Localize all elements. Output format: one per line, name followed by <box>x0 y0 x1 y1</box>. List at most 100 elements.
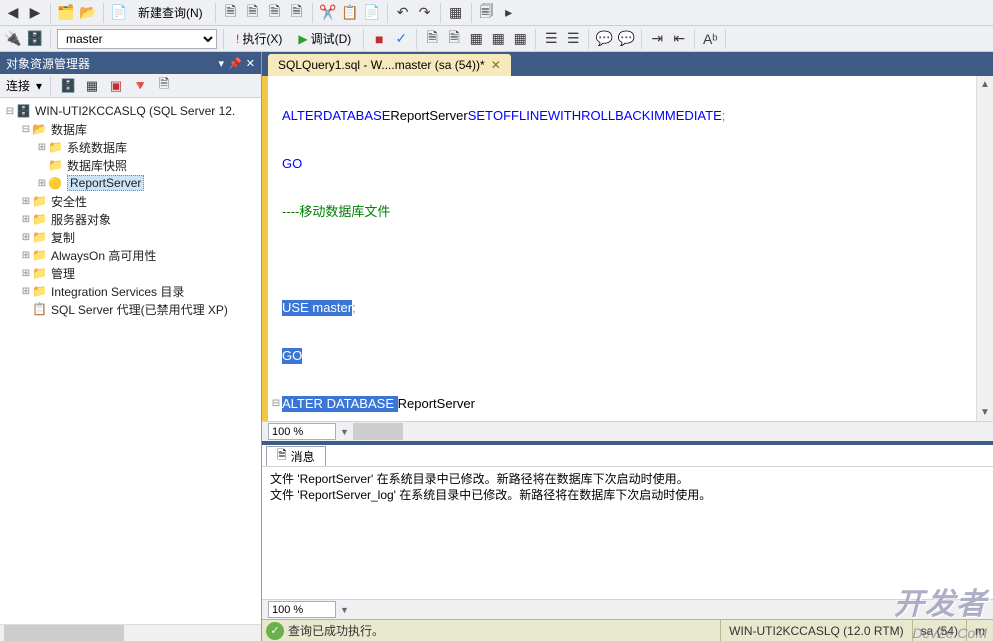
tree-databases-node[interactable]: ⊟数据库 <box>2 120 259 138</box>
expand-icon[interactable]: ⊞ <box>20 232 32 243</box>
pin-icon[interactable]: 📌 <box>228 57 242 70</box>
scroll-up-icon[interactable]: ▲ <box>977 76 993 93</box>
tree-alwayson-node[interactable]: ⊞AlwaysOn 高可用性 <box>2 246 259 264</box>
status-db: m <box>966 620 993 641</box>
tree-management-node[interactable]: ⊞管理 <box>2 264 259 282</box>
t4-icon[interactable]: ▦ <box>489 30 507 48</box>
editor-area: SQLQuery1.sql - W....master (sa (54))* ✕… <box>262 52 993 641</box>
d-icon[interactable]: 🗎 <box>288 4 306 22</box>
editor-hscroll[interactable] <box>353 423 987 440</box>
t3-icon[interactable]: ▦ <box>467 30 485 48</box>
t2-icon[interactable]: 🗎 <box>445 30 463 48</box>
f-icon[interactable]: 🗐 <box>478 4 496 22</box>
zoom-combo[interactable] <box>268 423 336 440</box>
tree-integration-node[interactable]: ⊞Integration Services 目录 <box>2 282 259 300</box>
close-tab-icon[interactable]: ✕ <box>491 58 501 72</box>
t8-icon[interactable]: Aᵇ <box>701 30 719 48</box>
debug-button[interactable]: ▶调试(D) <box>292 29 357 49</box>
editor-vscroll[interactable]: ▲▼ <box>976 76 993 421</box>
success-icon: ✓ <box>266 622 284 640</box>
new-icon[interactable]: 📄 <box>110 4 128 22</box>
redo-icon[interactable]: ↷ <box>416 4 434 22</box>
status-bar: ✓ 查询已成功执行。 WIN-UTI2KCCASLQ (12.0 RTM) sa… <box>262 619 993 641</box>
status-text: 查询已成功执行。 <box>288 622 384 639</box>
expand-icon[interactable]: ⊞ <box>20 250 32 261</box>
db-change-icon[interactable]: 🗄️ <box>26 30 44 48</box>
editor-tab-label: SQLQuery1.sql - W....master (sa (54))* <box>278 58 485 72</box>
dropdown-icon[interactable]: ▾ <box>219 57 225 70</box>
tree-security-node[interactable]: ⊞安全性 <box>2 192 259 210</box>
tree-sysdb-node[interactable]: ⊞系统数据库 <box>2 138 259 156</box>
e-icon[interactable]: ▦ <box>447 4 465 22</box>
tree-server-node[interactable]: ⊟WIN-UTI2KCCASLQ (SQL Server 12. <box>2 102 259 120</box>
tree-snapshot-node[interactable]: 数据库快照 <box>2 156 259 174</box>
paste-icon[interactable]: 📄 <box>363 4 381 22</box>
open-icon[interactable]: 📂 <box>79 4 97 22</box>
editor-tabbar: SQLQuery1.sql - W....master (sa (54))* ✕ <box>262 52 993 76</box>
oe-t1-icon[interactable]: 🗄️ <box>59 77 77 95</box>
tree-agent-node[interactable]: SQL Server 代理(已禁用代理 XP) <box>2 300 259 318</box>
expand-icon[interactable]: ⊞ <box>20 268 32 279</box>
scroll-down-icon[interactable]: ▼ <box>977 404 993 421</box>
a-icon[interactable]: 🗎 <box>222 4 240 22</box>
object-explorer-tree[interactable]: ⊟WIN-UTI2KCCASLQ (SQL Server 12. ⊟数据库 ⊞系… <box>0 98 261 624</box>
main-toolbar-1: ◀ ▶ 🗂️ 📂 📄 新建查询(N) 🗎 🗎 🗎 🗎 ✂️ 📋 📄 ↶ ↷ ▦ … <box>0 0 993 26</box>
outdent-icon[interactable]: ⇤ <box>670 30 688 48</box>
tree-serverobjects-node[interactable]: ⊞服务器对象 <box>2 210 259 228</box>
conn-icon[interactable]: 🔌 <box>4 30 22 48</box>
c-icon[interactable]: 🗎 <box>266 4 284 22</box>
zoom-dropdown-icon[interactable]: ▼ <box>340 427 349 437</box>
sidebar-hscroll[interactable] <box>0 624 261 641</box>
messages-hscroll[interactable] <box>353 601 987 618</box>
object-explorer-panel: 对象资源管理器 ▾ 📌 ✕ 连接 ▾ 🗄️ ▦ ▣ 🔻 🗎 ⊟WIN-UTI2K… <box>0 52 262 641</box>
zoom-dropdown-icon[interactable]: ▼ <box>340 605 349 615</box>
t5-icon[interactable]: ▦ <box>511 30 529 48</box>
messages-tab[interactable]: 🗎 消息 <box>266 446 326 466</box>
project-icon[interactable]: 🗂️ <box>57 4 75 22</box>
editor-tab[interactable]: SQLQuery1.sql - W....master (sa (54))* ✕ <box>268 54 511 76</box>
uncomment-icon[interactable]: 💬 <box>617 30 635 48</box>
connect-dropdown-icon[interactable]: ▾ <box>36 79 42 93</box>
back-icon[interactable]: ◀ <box>4 4 22 22</box>
t7-icon[interactable]: ☰ <box>564 30 582 48</box>
expand-icon[interactable]: ⊞ <box>36 142 48 153</box>
expand-icon[interactable]: ⊞ <box>20 196 32 207</box>
connect-label: 连接 <box>6 77 30 94</box>
comment-icon[interactable]: 💬 <box>595 30 613 48</box>
messages-icon: 🗎 <box>277 446 287 467</box>
collapse-icon[interactable]: ⊟ <box>4 106 16 117</box>
oe-filter-icon[interactable]: 🔻 <box>131 77 149 95</box>
oe-t2-icon[interactable]: ▦ <box>83 77 101 95</box>
parse-icon[interactable]: ✓ <box>392 30 410 48</box>
execute-button[interactable]: !执行(X) <box>230 29 288 49</box>
oe-t4-icon[interactable]: 🗎 <box>155 77 173 95</box>
status-user: sa (54) <box>912 620 966 641</box>
message-line: 文件 'ReportServer_log' 在系统目录中已修改。新路径将在数据库… <box>270 487 985 503</box>
g-icon[interactable]: ▸ <box>500 4 518 22</box>
play-icon: ▶ <box>298 32 307 46</box>
code-editor[interactable]: ALTER DATABASE ReportServer SET OFFLINE … <box>268 76 976 421</box>
tree-replication-node[interactable]: ⊞复制 <box>2 228 259 246</box>
messages-body[interactable]: 文件 'ReportServer' 在系统目录中已修改。新路径将在数据库下次启动… <box>262 467 993 599</box>
oe-t3-icon[interactable]: ▣ <box>107 77 125 95</box>
b-icon[interactable]: 🗎 <box>244 4 262 22</box>
collapse-icon[interactable]: ⊟ <box>20 124 32 135</box>
indent-icon[interactable]: ⇥ <box>648 30 666 48</box>
expand-icon[interactable]: ⊞ <box>20 286 32 297</box>
t6-icon[interactable]: ☰ <box>542 30 560 48</box>
tree-reportserver-node[interactable]: ⊞ReportServer <box>2 174 259 192</box>
forward-icon[interactable]: ▶ <box>26 4 44 22</box>
editor-zoom-row: ▼ <box>262 421 993 441</box>
cut-icon[interactable]: ✂️ <box>319 4 337 22</box>
stop-icon[interactable]: ■ <box>370 30 388 48</box>
object-explorer-toolbar: 连接 ▾ 🗄️ ▦ ▣ 🔻 🗎 <box>0 74 261 98</box>
close-panel-icon[interactable]: ✕ <box>246 57 255 70</box>
undo-icon[interactable]: ↶ <box>394 4 412 22</box>
expand-icon[interactable]: ⊞ <box>20 214 32 225</box>
copy-icon[interactable]: 📋 <box>341 4 359 22</box>
expand-icon[interactable]: ⊞ <box>36 178 48 189</box>
msg-zoom-combo[interactable] <box>268 601 336 618</box>
new-query-button[interactable]: 新建查询(N) <box>132 3 209 23</box>
database-combo[interactable]: master <box>57 29 217 49</box>
t1-icon[interactable]: 🗎 <box>423 30 441 48</box>
